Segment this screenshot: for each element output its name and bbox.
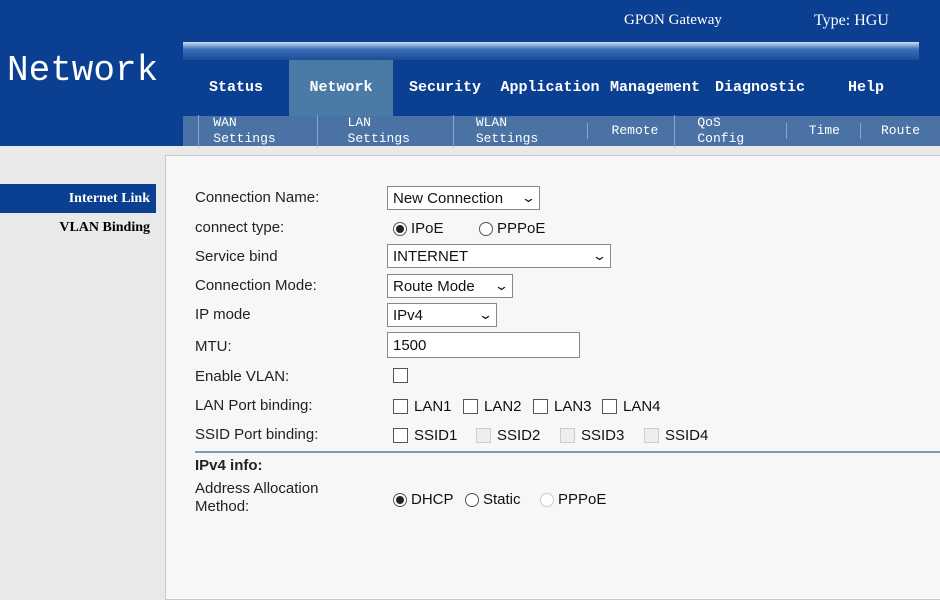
ipoe-label: IPoE: [411, 220, 444, 237]
brand-title: Network: [7, 50, 159, 91]
checkbox-icon: [393, 428, 408, 443]
pppoe-method-radio: PPPoE: [540, 491, 606, 508]
dhcp-radio[interactable]: DHCP: [393, 491, 454, 508]
subnav-wlan-settings[interactable]: WLAN Settings: [452, 115, 587, 147]
lan3-label: LAN3: [554, 398, 592, 415]
ssid4-label: SSID4: [665, 427, 709, 444]
ipoe-radio[interactable]: IPoE: [393, 220, 444, 237]
connect-type-label: connect type:: [195, 219, 285, 236]
enable-vlan-checkbox[interactable]: [393, 368, 414, 383]
lan3-checkbox[interactable]: LAN3: [533, 398, 592, 415]
main-tabs: Status Network Security Application Mana…: [183, 60, 919, 116]
dhcp-label: DHCP: [411, 491, 454, 508]
lan4-checkbox[interactable]: LAN4: [602, 398, 661, 415]
ssid1-label: SSID1: [414, 427, 458, 444]
tab-diagnostic[interactable]: Diagnostic: [707, 60, 813, 116]
device-type: Type: HGU: [814, 12, 889, 29]
ssid2-checkbox: SSID2: [476, 427, 540, 444]
ssid1-checkbox[interactable]: SSID1: [393, 427, 457, 444]
ip-mode-value: IPv4: [393, 306, 424, 324]
pppoe-method-label: PPPoE: [558, 491, 607, 508]
ssid3-checkbox: SSID3: [560, 427, 624, 444]
address-allocation-label-2: Method:: [195, 498, 250, 515]
checkbox-icon: [463, 399, 478, 414]
subnav-qos-config[interactable]: QoS Config: [674, 115, 785, 147]
tab-status[interactable]: Status: [183, 60, 289, 116]
sidebar: Internet Link VLAN Binding: [0, 184, 156, 242]
lan4-label: LAN4: [623, 398, 661, 415]
service-bind-select[interactable]: INTERNET ⌄: [387, 244, 611, 268]
tab-application[interactable]: Application: [497, 60, 603, 116]
lan1-label: LAN1: [414, 398, 452, 415]
pppoe-label: PPPoE: [497, 220, 546, 237]
tab-management[interactable]: Management: [603, 60, 707, 116]
radio-icon: [465, 492, 479, 507]
connection-name-select[interactable]: New Connection ⌄: [387, 186, 540, 210]
tab-network[interactable]: Network: [289, 60, 393, 116]
tab-help[interactable]: Help: [813, 60, 919, 116]
mtu-label: MTU:: [195, 338, 232, 355]
checkbox-disabled-icon: [560, 428, 575, 443]
radio-checked-icon: [393, 221, 407, 236]
chevron-down-icon: ⌄: [520, 190, 537, 205]
checkbox-icon: [393, 368, 408, 383]
ssid2-label: SSID2: [497, 427, 541, 444]
ssid-port-binding-label: SSID Port binding:: [195, 426, 319, 443]
ip-mode-select[interactable]: IPv4 ⌄: [387, 303, 497, 327]
checkbox-icon: [533, 399, 548, 414]
lan2-label: LAN2: [484, 398, 522, 415]
service-bind-value: INTERNET: [393, 247, 468, 265]
subnav-route[interactable]: Route: [859, 123, 940, 139]
connection-name-value: New Connection: [393, 189, 504, 207]
radio-disabled-icon: [540, 492, 554, 507]
mtu-input[interactable]: 1500: [387, 332, 580, 358]
chevron-down-icon: ⌄: [591, 248, 608, 263]
section-divider: [195, 451, 940, 453]
connection-name-label: Connection Name:: [195, 189, 320, 206]
subnav-wan-settings[interactable]: WAN Settings: [198, 115, 316, 147]
ssid4-checkbox: SSID4: [644, 427, 708, 444]
radio-checked-icon: [393, 492, 407, 507]
ssid3-label: SSID3: [581, 427, 625, 444]
tab-bar-decoration: [183, 42, 919, 60]
static-label: Static: [483, 491, 521, 508]
connection-mode-select[interactable]: Route Mode ⌄: [387, 274, 513, 298]
lan1-checkbox[interactable]: LAN1: [393, 398, 452, 415]
checkbox-disabled-icon: [644, 428, 659, 443]
address-allocation-label-1: Address Allocation: [195, 480, 319, 497]
sub-nav: WAN Settings LAN Settings WLAN Settings …: [183, 115, 940, 147]
checkbox-icon: [393, 399, 408, 414]
pppoe-radio[interactable]: PPPoE: [479, 220, 545, 237]
connection-mode-value: Route Mode: [393, 277, 475, 295]
subnav-remote[interactable]: Remote: [586, 123, 675, 139]
static-radio[interactable]: Static: [465, 491, 521, 508]
sidebar-item-internet-link[interactable]: Internet Link: [0, 184, 156, 213]
service-bind-label: Service bind: [195, 248, 278, 265]
checkbox-disabled-icon: [476, 428, 491, 443]
sidebar-item-vlan-binding[interactable]: VLAN Binding: [0, 213, 156, 242]
checkbox-icon: [602, 399, 617, 414]
lan2-checkbox[interactable]: LAN2: [463, 398, 522, 415]
chevron-down-icon: ⌄: [493, 278, 510, 293]
enable-vlan-label: Enable VLAN:: [195, 368, 290, 385]
connection-mode-label: Connection Mode:: [195, 277, 317, 294]
ip-mode-label: IP mode: [195, 306, 251, 323]
ipv4-info-heading: IPv4 info:: [195, 457, 263, 474]
subnav-time[interactable]: Time: [785, 123, 860, 139]
subnav-lan-settings[interactable]: LAN Settings: [316, 115, 453, 147]
lan-port-binding-label: LAN Port binding:: [195, 397, 313, 414]
tab-security[interactable]: Security: [393, 60, 497, 116]
radio-icon: [479, 221, 493, 236]
chevron-down-icon: ⌄: [477, 307, 494, 322]
product-name: GPON Gateway: [624, 12, 722, 28]
header: Network GPON Gateway Type: HGU Status Ne…: [0, 0, 940, 147]
